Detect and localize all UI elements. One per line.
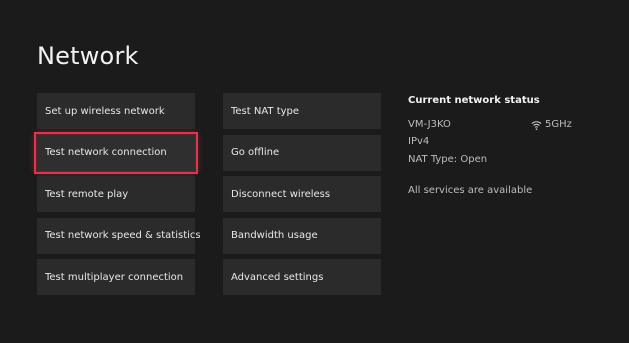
network-status-panel: Current network status VM-J3KO 5GHz IPv4…: [408, 94, 608, 196]
go-offline-button[interactable]: Go offline: [223, 134, 381, 171]
test-network-connection-button[interactable]: Test network connection: [34, 131, 198, 174]
network-menu-left: Set up wireless network Test network con…: [34, 93, 201, 301]
setup-wireless-network-button[interactable]: Set up wireless network: [37, 93, 195, 129]
status-title: Current network status: [408, 95, 540, 106]
test-network-speed-button[interactable]: Test network speed & statistics: [37, 217, 201, 254]
test-nat-type-button[interactable]: Test NAT type: [223, 93, 381, 129]
bandwidth-usage-button[interactable]: Bandwidth usage: [223, 217, 381, 254]
tile-label: Disconnect wireless: [231, 188, 331, 200]
tile-label: Bandwidth usage: [231, 230, 318, 241]
band-label: 5GHz: [545, 119, 572, 130]
network-menu-middle: Test NAT type Go offline Disconnect wire…: [223, 93, 381, 301]
tile-label: Test network speed & statistics: [45, 230, 201, 241]
test-remote-play-button[interactable]: Test remote play: [37, 176, 195, 212]
tile-label: Test network connection: [45, 147, 167, 158]
page-title: Network: [37, 42, 139, 70]
tile-label: Set up wireless network: [45, 105, 165, 117]
band-indicator: 5GHz: [531, 118, 572, 132]
network-name: VM-J3KO: [408, 119, 451, 130]
tile-label: Test multiplayer connection: [45, 271, 184, 283]
disconnect-wireless-button[interactable]: Disconnect wireless: [223, 176, 381, 212]
advanced-settings-button[interactable]: Advanced settings: [223, 259, 381, 295]
tile-label: Test NAT type: [231, 105, 300, 117]
tile-label: Advanced settings: [231, 271, 324, 283]
tile-label: Test remote play: [45, 188, 129, 200]
ip-version: IPv4: [408, 136, 430, 147]
test-multiplayer-connection-button[interactable]: Test multiplayer connection: [37, 259, 195, 295]
tile-label: Go offline: [231, 147, 280, 158]
nat-type: NAT Type: Open: [408, 154, 488, 165]
services-status: All services are available: [408, 185, 533, 196]
wifi-icon: [531, 120, 542, 130]
